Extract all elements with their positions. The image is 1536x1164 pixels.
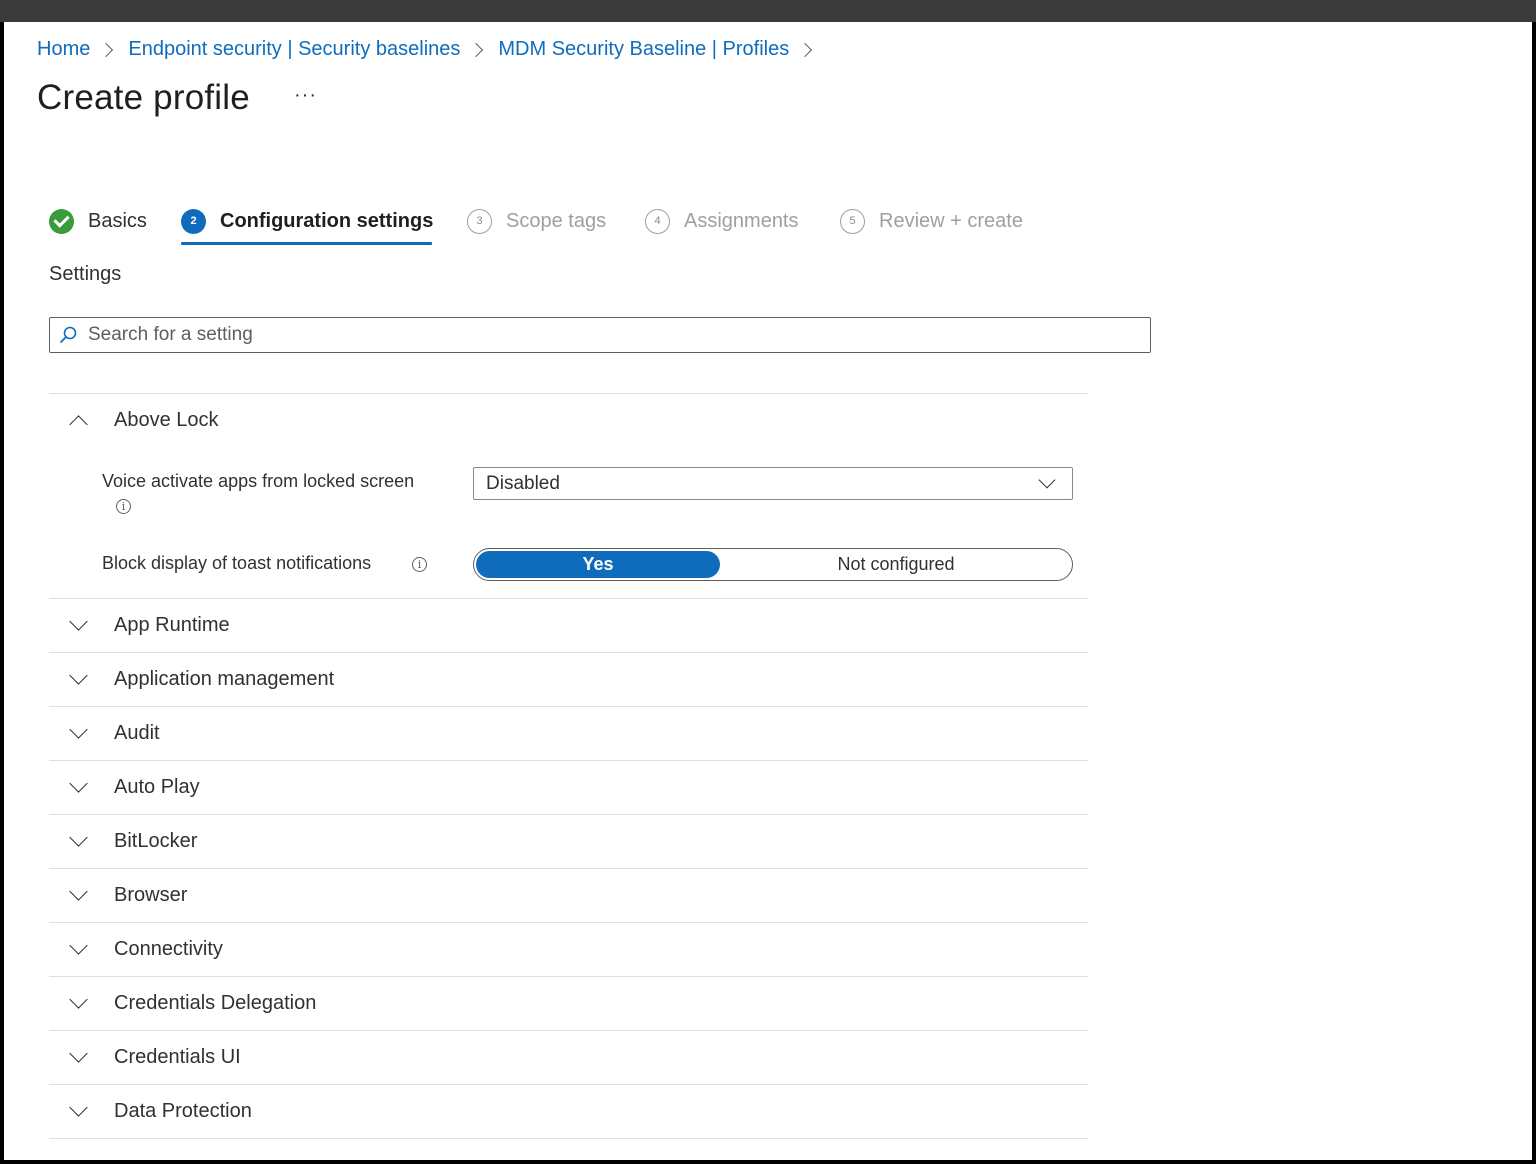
step-label: Review + create (879, 209, 1023, 232)
chevron-down-icon (69, 666, 88, 685)
section-header-connectivity[interactable]: Connectivity (49, 923, 1088, 976)
info-icon[interactable]: i (116, 499, 131, 514)
section-title: App Runtime (114, 614, 230, 636)
chevron-down-icon (69, 936, 88, 955)
step-assignments[interactable]: 4 Assignments (645, 200, 799, 242)
section-header-credentials-ui[interactable]: Credentials UI (49, 1031, 1088, 1084)
section-header-application-management[interactable]: Application management (49, 653, 1088, 706)
window-top-bar (0, 0, 1536, 22)
step-review-create[interactable]: 5 Review + create (840, 200, 1023, 242)
checkmark-icon (49, 208, 74, 234)
toggle-option-not-configured[interactable]: Not configured (720, 551, 1072, 578)
voice-activate-dropdown[interactable]: Disabled (473, 467, 1073, 500)
chevron-right-icon (798, 42, 813, 57)
section-browser: Browser (49, 869, 1088, 923)
section-header-audit[interactable]: Audit (49, 707, 1088, 760)
section-connectivity: Connectivity (49, 923, 1088, 977)
section-title: Credentials Delegation (114, 992, 317, 1014)
section-header-app-runtime[interactable]: App Runtime (49, 599, 1088, 652)
section-above-lock: Above Lock Voice activate apps from lock… (49, 394, 1088, 599)
step-label: Assignments (684, 209, 799, 232)
section-header-auto-play[interactable]: Auto Play (49, 761, 1088, 814)
step-number-icon: 5 (840, 208, 865, 234)
step-number-icon: 2 (181, 208, 206, 234)
dropdown-value: Disabled (486, 472, 560, 494)
chevron-down-icon (69, 828, 88, 847)
breadcrumb: Home Endpoint security | Security baseli… (37, 38, 827, 61)
breadcrumb-home[interactable]: Home (37, 38, 90, 61)
section-header-browser[interactable]: Browser (49, 869, 1088, 922)
step-scope-tags[interactable]: 3 Scope tags (467, 200, 606, 242)
section-title: BitLocker (114, 830, 198, 852)
section-header-above-lock[interactable]: Above Lock (49, 394, 1088, 447)
chevron-right-icon (469, 42, 484, 57)
toast-notifications-label: Block display of toast notifications (102, 553, 372, 573)
step-basics[interactable]: Basics (49, 200, 147, 242)
section-body-above-lock: Voice activate apps from locked screen i… (49, 447, 1088, 598)
toast-notifications-toggle[interactable]: Yes Not configured (473, 548, 1073, 581)
section-data-protection: Data Protection (49, 1085, 1088, 1139)
section-title: Browser (114, 884, 188, 906)
section-title: Audit (114, 722, 160, 744)
chevron-down-icon (69, 612, 88, 631)
chevron-down-icon (1038, 471, 1056, 489)
toggle-option-yes[interactable]: Yes (476, 551, 720, 578)
section-title: Auto Play (114, 776, 200, 798)
active-step-underline (181, 242, 432, 245)
chevron-down-icon (69, 720, 88, 739)
step-label: Scope tags (506, 209, 607, 232)
page-title: Create profile (37, 78, 250, 117)
breadcrumb-security-baselines[interactable]: Endpoint security | Security baselines (128, 38, 460, 61)
section-credentials-ui: Credentials UI (49, 1031, 1088, 1085)
section-auto-play: Auto Play (49, 761, 1088, 815)
chevron-down-icon (69, 882, 88, 901)
section-bitlocker: BitLocker (49, 815, 1088, 869)
main-panel: Home Endpoint security | Security baseli… (4, 22, 1532, 1160)
step-number-icon: 3 (467, 208, 492, 234)
chevron-down-icon (69, 774, 88, 793)
breadcrumb-mdm-profiles[interactable]: MDM Security Baseline | Profiles (498, 38, 789, 61)
section-credentials-delegation: Credentials Delegation (49, 977, 1088, 1031)
more-options-button[interactable]: ··· (294, 84, 317, 107)
section-app-runtime: App Runtime (49, 599, 1088, 653)
section-header-data-protection[interactable]: Data Protection (49, 1085, 1088, 1138)
section-title: Credentials UI (114, 1046, 241, 1068)
section-header-credentials-delegation[interactable]: Credentials Delegation (49, 977, 1088, 1030)
settings-sections: Above Lock Voice activate apps from lock… (49, 393, 1088, 1139)
step-label: Basics (88, 209, 147, 232)
search-input[interactable] (86, 323, 1090, 347)
settings-heading: Settings (49, 263, 122, 285)
section-header-bitlocker[interactable]: BitLocker (49, 815, 1088, 868)
voice-activate-label: Voice activate apps from locked screen (102, 471, 415, 491)
step-number-icon: 4 (645, 208, 670, 234)
section-title: Connectivity (114, 938, 223, 960)
chevron-down-icon (69, 990, 88, 1009)
chevron-down-icon (69, 1098, 88, 1117)
search-icon (60, 326, 77, 343)
section-title: Application management (114, 668, 335, 690)
chevron-right-icon (99, 42, 114, 57)
step-label: Configuration settings (220, 209, 434, 232)
info-icon[interactable]: i (412, 557, 427, 572)
section-title: Above Lock (114, 409, 219, 431)
section-title: Data Protection (114, 1100, 252, 1122)
section-application-management: Application management (49, 653, 1088, 707)
chevron-up-icon (69, 415, 88, 434)
chevron-down-icon (69, 1044, 88, 1063)
section-audit: Audit (49, 707, 1088, 761)
step-configuration-settings[interactable]: 2 Configuration settings (181, 200, 433, 242)
search-box[interactable] (49, 317, 1151, 353)
